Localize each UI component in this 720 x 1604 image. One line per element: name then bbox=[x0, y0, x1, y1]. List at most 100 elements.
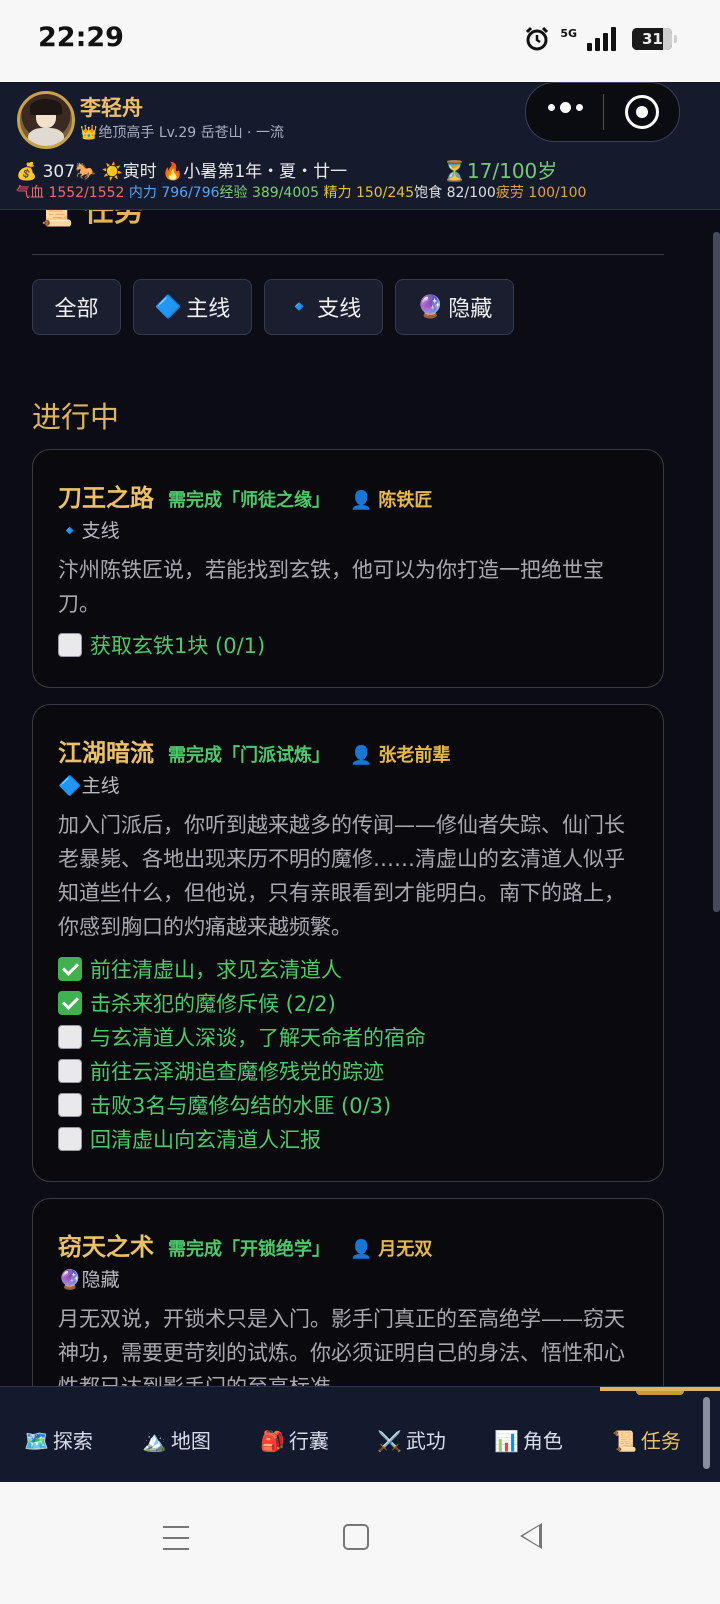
nav-map[interactable]: 🏔️ 地图 bbox=[142, 1425, 211, 1454]
quest-name: 刀王之路 bbox=[58, 484, 154, 512]
nav-label: 地图 bbox=[170, 1429, 211, 1453]
nav-scrollbar[interactable] bbox=[703, 1397, 710, 1469]
game-time: 寅时 bbox=[122, 162, 157, 182]
nav-inventory[interactable]: 🎒 行囊 bbox=[260, 1425, 329, 1454]
objective-text: 击杀来犯的魔修斥候 (2/2) bbox=[90, 992, 336, 1016]
quest-npc: 👤 月无双 bbox=[350, 1235, 432, 1261]
objective-text: 前往清虚山，求见玄清道人 bbox=[90, 958, 342, 982]
objective-item: 前往清虚山，求见玄清道人 bbox=[58, 953, 426, 987]
map-icon: 🗺️ bbox=[24, 1429, 49, 1453]
npc-name: 月无双 bbox=[378, 1239, 433, 1260]
quest-objectives: 前往清虚山，求见玄清道人 击杀来犯的魔修斥候 (2/2) 与玄清道人深谈，了解天… bbox=[58, 953, 426, 1157]
objective-item: 击败3名与魔修勾结的水匪 (0/3) bbox=[58, 1089, 426, 1123]
scroll-icon: 📜 bbox=[612, 1429, 637, 1453]
quest-type-label: 主线 bbox=[81, 775, 120, 797]
person-icon: 👤 bbox=[350, 1239, 373, 1260]
money-value: 307 bbox=[42, 162, 76, 182]
quest-requirement: 需完成「师徒之缘」 bbox=[168, 490, 330, 511]
status-line: 💰 307🐎 ☀️寅时 🔥小暑第1年・夏・廿一 bbox=[16, 157, 347, 182]
miniprogram-capsule bbox=[525, 82, 680, 142]
objective-text: 击败3名与魔修勾结的水匪 (0/3) bbox=[90, 1094, 392, 1118]
clock: 22:29 bbox=[38, 22, 124, 53]
nav-label: 角色 bbox=[522, 1429, 563, 1453]
blue-diamond-icon: 🔷 bbox=[58, 775, 82, 797]
blue-diamond-icon: 🔷 bbox=[154, 294, 183, 320]
page-scrollbar[interactable] bbox=[713, 232, 720, 912]
page-title-text: 任务 bbox=[83, 210, 144, 229]
nav-martial-arts[interactable]: ⚔️ 武功 bbox=[377, 1425, 446, 1454]
objective-text: 回清虚山向玄清道人汇报 bbox=[90, 1128, 321, 1152]
objective-item: 前往云泽湖追查魔修残党的踪迹 bbox=[58, 1055, 426, 1089]
quest-description: 加入门派后，你听到越来越多的传闻——修仙者失踪、仙门长老暴毙、各地出现来历不明的… bbox=[58, 813, 625, 939]
quest-card[interactable]: 江湖暗流 需完成「门派试炼」 👤 张老前辈 🔷主线 加入门派后，你听到越来越多的传… bbox=[32, 704, 664, 1182]
quest-type: 🔷主线 bbox=[58, 771, 120, 798]
quest-name: 江湖暗流 bbox=[58, 739, 154, 767]
objective-item: 与玄清道人深谈，了解天命者的宿命 bbox=[58, 1021, 426, 1055]
energy-value: 150/245 bbox=[355, 185, 415, 201]
back-icon[interactable] bbox=[520, 1523, 542, 1549]
avatar[interactable] bbox=[17, 91, 75, 149]
close-miniprogram-button[interactable] bbox=[625, 95, 659, 129]
attribute-line: 气血 1552/1552 内力 796/796经验 389/4005 精力 15… bbox=[16, 182, 586, 202]
checked-box-icon bbox=[58, 957, 82, 981]
objective-text: 获取玄铁1块 (0/1) bbox=[90, 634, 266, 658]
small-blue-diamond-icon: 🔹 bbox=[58, 520, 82, 542]
food-label: 饱食 bbox=[414, 185, 443, 201]
person-icon: 👤 bbox=[350, 490, 373, 511]
quest-requirement: 需完成「开锁绝学」 bbox=[168, 1239, 330, 1260]
quest-page[interactable]: 📜 任务 全部 🔷 主线 🔹 支线 🔮 隐藏 进行中 刀王之路 需完成「师徒之缘」 👤… bbox=[0, 210, 720, 1386]
unchecked-box-icon bbox=[58, 1093, 82, 1117]
crystal-ball-icon: 🔮 bbox=[416, 294, 445, 320]
hp-value: 1552/1552 bbox=[48, 185, 125, 201]
quest-filter-tabs: 全部 🔷 主线 🔹 支线 🔮 隐藏 bbox=[32, 279, 514, 335]
fire-icon: 🔥 bbox=[162, 162, 184, 182]
player-title-text: 绝顶高手 Lv.29 岳苍山 · 一流 bbox=[98, 125, 284, 141]
objective-text: 前往云泽湖追查魔修残党的踪迹 bbox=[90, 1060, 384, 1084]
section-in-progress: 进行中 bbox=[32, 400, 120, 434]
quest-objectives: 获取玄铁1块 (0/1) bbox=[58, 629, 265, 663]
recent-apps-icon[interactable] bbox=[163, 1526, 189, 1559]
quest-card[interactable]: 刀王之路 需完成「师徒之缘」 👤 陈铁匠 🔹支线 汴州陈铁匠说，若能找到玄铁，他可… bbox=[32, 449, 664, 688]
quest-card[interactable]: 窃天之术 需完成「开锁绝学」 👤 月无双 🔮隐藏 月无双说，开锁术只是入门。影手门… bbox=[32, 1198, 664, 1386]
crossed-swords-icon: ⚔️ bbox=[377, 1429, 402, 1453]
quest-type-label: 支线 bbox=[81, 520, 120, 542]
person-icon: 👤 bbox=[350, 745, 373, 766]
quest-type: 🔮隐藏 bbox=[58, 1265, 120, 1292]
filter-all-label: 全部 bbox=[54, 297, 99, 322]
quest-description: 汴州陈铁匠说，若能找到玄铁，他可以为你打造一把绝世宝刀。 bbox=[58, 558, 604, 616]
filter-main-label: 主线 bbox=[186, 297, 231, 322]
nav-explore[interactable]: 🗺️ 探索 bbox=[24, 1425, 93, 1454]
hourglass-icon: ⏳ bbox=[442, 159, 467, 183]
quest-type-label: 隐藏 bbox=[81, 1269, 120, 1291]
unchecked-box-icon bbox=[58, 633, 82, 657]
mountain-icon: 🏔️ bbox=[142, 1429, 167, 1453]
small-blue-diamond-icon: 🔹 bbox=[285, 294, 314, 320]
home-icon[interactable] bbox=[343, 1524, 369, 1550]
filter-all-button[interactable]: 全部 bbox=[32, 279, 121, 335]
filter-side-label: 支线 bbox=[317, 297, 362, 322]
horse-icon: 🐎 bbox=[75, 162, 97, 182]
xp-label: 经验 bbox=[219, 185, 248, 201]
checked-box-icon bbox=[58, 991, 82, 1015]
filter-hidden-button[interactable]: 🔮 隐藏 bbox=[395, 279, 514, 335]
system-icons: 5G 31 bbox=[524, 26, 677, 52]
page-title: 📜 任务 bbox=[36, 210, 144, 230]
system-navigation-bar bbox=[0, 1482, 720, 1604]
unchecked-box-icon bbox=[58, 1059, 82, 1083]
age-value: 17/100岁 bbox=[466, 159, 558, 183]
quest-name: 窃天之术 bbox=[58, 1233, 154, 1261]
player-header: 李轻舟 👑绝顶高手 Lv.29 岳苍山 · 一流 💰 307🐎 ☀️寅时 🔥小暑… bbox=[0, 82, 720, 210]
nav-quests[interactable]: 📜 任务 bbox=[612, 1425, 681, 1454]
nav-character[interactable]: 📊 角色 bbox=[494, 1425, 563, 1454]
quest-type: 🔹支线 bbox=[58, 516, 120, 543]
alarm-icon bbox=[526, 26, 549, 51]
quest-npc: 👤 陈铁匠 bbox=[350, 486, 432, 512]
filter-side-button[interactable]: 🔹 支线 bbox=[264, 279, 383, 335]
filter-hidden-label: 隐藏 bbox=[448, 297, 493, 322]
more-options-button[interactable] bbox=[548, 102, 583, 113]
age-display: ⏳17/100岁 bbox=[442, 155, 557, 184]
system-status-bar: 22:29 5G 31 bbox=[0, 0, 720, 82]
bottom-navigation: 🗺️ 探索 🏔️ 地图 🎒 行囊 ⚔️ 武功 📊 角色 📜 任务 bbox=[0, 1386, 720, 1483]
filter-main-button[interactable]: 🔷 主线 bbox=[133, 279, 252, 335]
sun-icon: ☀️ bbox=[101, 162, 123, 182]
